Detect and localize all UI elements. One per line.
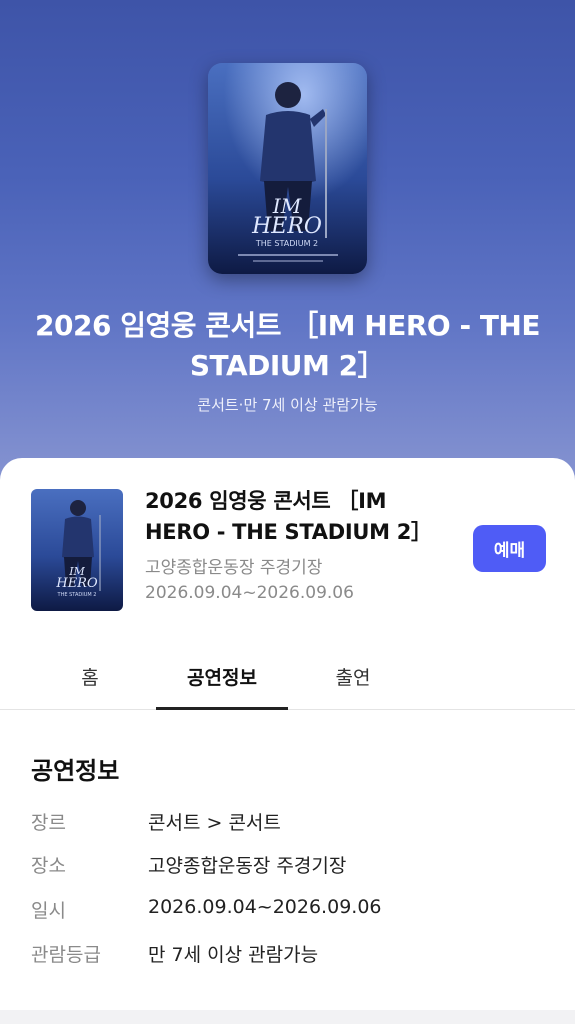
hero-subtitle: 콘서트·만 7세 이상 관람가능 xyxy=(197,396,378,414)
tab-performance-info[interactable]: 공연정보 xyxy=(156,643,288,710)
info-key: 일시 xyxy=(31,900,66,922)
event-title: 2026 임영웅 콘서트 ［IM HERO - THE STADIUM 2］ xyxy=(145,489,432,544)
poster-title-line2: HERO xyxy=(251,214,322,239)
info-key: 관람등급 xyxy=(31,944,101,966)
info-value: 고양종합운동장 주경기장 xyxy=(148,855,347,877)
info-row-venue: 장소 고양종합운동장 주경기장 xyxy=(0,851,575,881)
tab-bar: 홈 공연정보 출연 xyxy=(0,643,575,710)
info-row-date: 일시 2026.09.04~2026.09.06 xyxy=(0,896,575,926)
reserve-button[interactable]: 예매 xyxy=(473,525,546,572)
section-title: 공연정보 xyxy=(31,757,120,785)
info-row-rating: 관람등급 만 7세 이상 관람가능 xyxy=(0,940,575,970)
thumb-subtitle: THE STADIUM 2 xyxy=(57,592,97,598)
hero-banner: IM HERO THE STADIUM 2 2026 임영웅 콘서트 ［IM H… xyxy=(0,0,575,500)
tab-cast[interactable]: 출연 xyxy=(320,643,386,709)
bottom-divider xyxy=(0,1010,575,1024)
tab-home[interactable]: 홈 xyxy=(60,643,120,709)
event-thumbnail: IM HERO THE STADIUM 2 xyxy=(31,489,123,611)
thumb-title-line2: HERO xyxy=(55,576,98,591)
info-value: 콘서트 > 콘서트 xyxy=(148,812,281,834)
info-value: 만 7세 이상 관람가능 xyxy=(148,944,319,966)
info-key: 장르 xyxy=(31,812,66,834)
info-value: 2026.09.04~2026.09.06 xyxy=(148,896,382,918)
info-key: 장소 xyxy=(31,855,66,877)
event-venue: 고양종합운동장 주경기장 xyxy=(145,558,323,578)
poster-image: IM HERO THE STADIUM 2 xyxy=(208,63,367,274)
poster-subtitle: THE STADIUM 2 xyxy=(255,239,318,248)
info-row-genre: 장르 콘서트 > 콘서트 xyxy=(0,808,575,838)
event-dates: 2026.09.04~2026.09.06 xyxy=(145,583,354,603)
hero-title: 2026 임영웅 콘서트 ［IM HERO - THE STADIUM 2］ xyxy=(35,309,540,382)
